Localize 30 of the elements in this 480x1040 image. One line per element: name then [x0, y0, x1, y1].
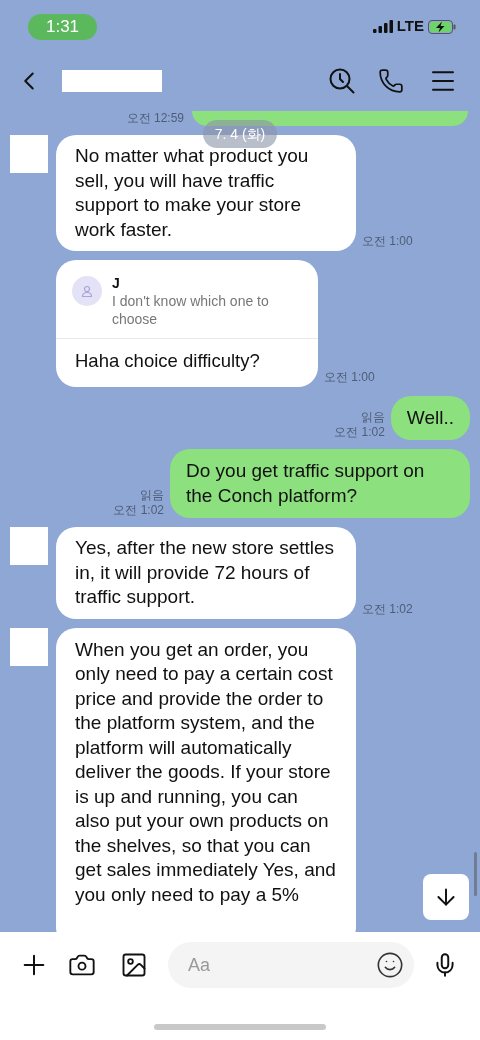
message-time: 오전 1:02 — [334, 425, 385, 440]
read-receipt: 읽음 — [140, 488, 164, 503]
network-label: LTE — [396, 16, 424, 37]
profile-icon — [72, 276, 102, 306]
quoted-message: I don't know which one to choose — [112, 292, 270, 328]
scrollbar-thumb — [474, 852, 477, 896]
message-time: 오전 1:02 — [113, 503, 164, 518]
scroll-down-button[interactable] — [423, 874, 469, 920]
call-button[interactable] — [378, 68, 404, 94]
message-time: 오전 12:59 — [126, 111, 184, 126]
battery-icon — [428, 19, 456, 34]
message-time: 오전 1:02 — [362, 601, 413, 617]
avatar-placeholder — [10, 627, 48, 666]
message-text: Haha choice difficulty? — [74, 349, 261, 373]
emoji-icon[interactable] — [376, 951, 404, 979]
message-bubble: Yes, after the new store settles in, it will provide 72 hours of traffic support. — [56, 527, 356, 619]
quoted-author: J — [112, 274, 121, 292]
gallery-button[interactable] — [120, 951, 148, 979]
message-time: 오전 1:00 — [362, 234, 413, 249]
signal-icon — [372, 20, 393, 33]
read-receipt: 읽음 — [360, 410, 385, 425]
avatar-placeholder — [10, 135, 48, 173]
search-button[interactable] — [328, 67, 356, 95]
message-bubble: When you get an order, you only need to pay a certain cost price and provide the order to the platform system, and the platform will automatically deliver the goods. If your store is up and running, you can also put your own products on the shelves, so that you can get sales immediately Yes, and you only need to pay a 5% — [56, 627, 356, 932]
message-field[interactable]: Aa — [168, 942, 414, 988]
status-time: 1:31 — [28, 13, 97, 40]
message-time: 오전 1:00 — [324, 369, 375, 385]
message-bubble: Do you get traffic support on the Conch platform? — [170, 449, 470, 518]
avatar-placeholder — [10, 527, 48, 565]
message-bubble: Well.. — [390, 395, 470, 440]
